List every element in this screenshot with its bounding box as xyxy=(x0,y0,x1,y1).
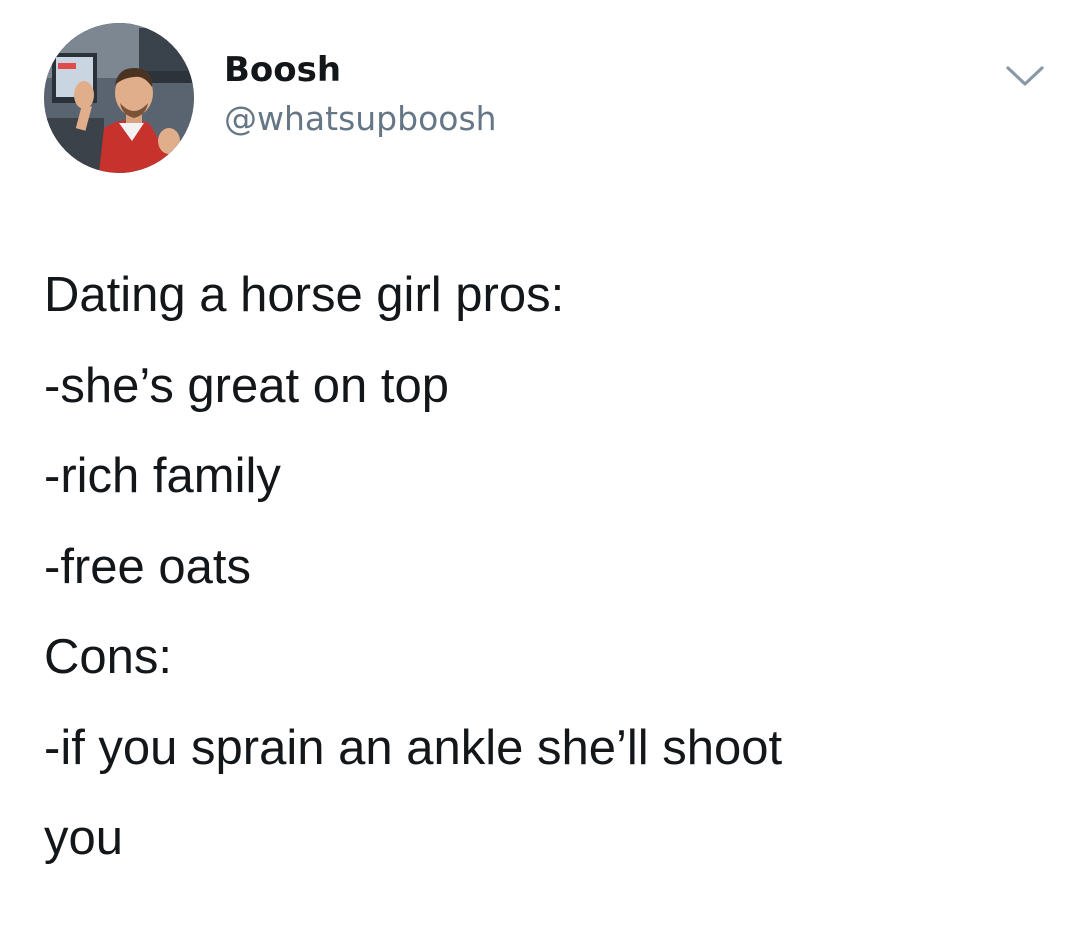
avatar[interactable] xyxy=(44,23,194,173)
tweet-line-con-1: -if you sprain an ankle she’ll shoot xyxy=(44,720,783,775)
tweet-line-cons-heading: Cons: xyxy=(44,630,173,684)
tweet-header: Boosh @whatsupboosh xyxy=(44,22,497,174)
user-handle[interactable]: @whatsupboosh xyxy=(224,96,497,142)
tweet-line-pro-1: -she’s great on top xyxy=(44,358,449,413)
tweet-text: Dating a horse girl pros: -she’s great o… xyxy=(44,250,1044,884)
tweet-line-con-1-continued: you xyxy=(44,811,124,865)
tweet-line-pro-3: -free oats xyxy=(44,539,251,594)
tweet-line-pros-heading: Dating a horse girl pros: xyxy=(44,268,565,322)
user-avatar-photo-icon xyxy=(44,23,194,173)
tweet-line-pro-2: -rich family xyxy=(44,449,281,503)
tweet-card: Boosh @whatsupboosh Dating a horse girl … xyxy=(0,0,1080,931)
chevron-down-icon[interactable] xyxy=(1002,62,1048,92)
display-name[interactable]: Boosh xyxy=(224,48,497,92)
author-names: Boosh @whatsupboosh xyxy=(224,48,497,142)
